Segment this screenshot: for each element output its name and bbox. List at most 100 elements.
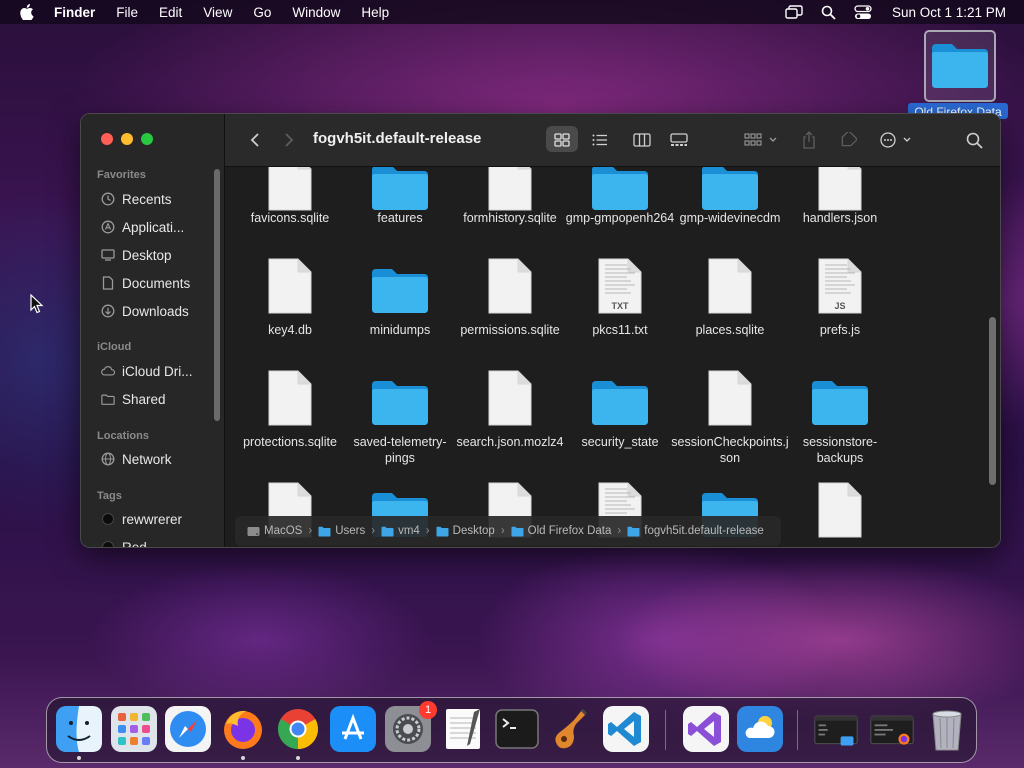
sidebar-item-label: Shared bbox=[122, 391, 166, 407]
sidebar-tag-rewwrerer[interactable]: rewwrerer bbox=[101, 508, 182, 530]
file-name-label: security_state bbox=[581, 435, 659, 449]
share-button[interactable] bbox=[799, 127, 819, 153]
path-segment[interactable]: MacOS bbox=[247, 525, 302, 537]
path-segment[interactable]: Users bbox=[318, 525, 365, 537]
close-button[interactable] bbox=[101, 133, 113, 145]
path-segment[interactable]: vm4 bbox=[381, 525, 420, 537]
file-name-label: permissions.sqlite bbox=[460, 323, 560, 337]
path-segment-label: Users bbox=[335, 525, 366, 537]
ellipsis-circle-icon bbox=[880, 132, 911, 148]
folder-item[interactable] bbox=[675, 167, 785, 537]
sidebar-item-applications[interactable]: Applicati... bbox=[101, 216, 184, 238]
minimize-button[interactable] bbox=[121, 133, 133, 145]
content-scrollbar[interactable] bbox=[989, 317, 996, 485]
file-item[interactable] bbox=[785, 167, 895, 538]
path-segment-label: MacOS bbox=[264, 525, 303, 537]
dock-system-settings-icon[interactable]: 1 bbox=[385, 701, 437, 752]
dock-firefox-icon[interactable] bbox=[220, 706, 266, 752]
sidebar-item-recents[interactable]: Recents bbox=[101, 188, 172, 210]
file-item[interactable] bbox=[565, 167, 675, 538]
file-name-label: protections.sqlite bbox=[243, 435, 337, 449]
dock-terminal-icon[interactable] bbox=[494, 706, 540, 752]
path-separator-icon: › bbox=[425, 525, 430, 537]
dock-firefox-window-icon[interactable] bbox=[869, 706, 915, 752]
path-separator-icon: › bbox=[617, 525, 622, 537]
menu-help[interactable]: Help bbox=[361, 5, 389, 20]
spotlight-search-icon[interactable] bbox=[821, 5, 836, 20]
dock-safari-icon[interactable] bbox=[165, 706, 211, 752]
sidebar-header-locations: Locations bbox=[97, 430, 149, 442]
file-name-label: saved-telemetry-pings bbox=[353, 435, 447, 465]
list-view-button[interactable] bbox=[590, 127, 610, 153]
menu-go[interactable]: Go bbox=[253, 5, 271, 20]
running-indicator bbox=[296, 756, 300, 760]
sidebar-item-desktop[interactable]: Desktop bbox=[101, 244, 172, 266]
file-name-label: sessionCheckpoints.json bbox=[671, 435, 789, 465]
desktop-icon bbox=[101, 248, 115, 262]
dock-textedit-icon[interactable] bbox=[440, 706, 486, 752]
column-view-button[interactable] bbox=[631, 127, 653, 153]
sidebar-tag-red[interactable]: Red bbox=[101, 536, 147, 547]
tag-icon bbox=[841, 132, 857, 147]
dock-google-chrome-icon[interactable] bbox=[275, 706, 321, 752]
sidebar-scrollbar[interactable] bbox=[214, 169, 220, 421]
notification-badge: 1 bbox=[419, 701, 437, 719]
dock-finder-window-icon[interactable] bbox=[813, 706, 859, 752]
dock-weather-icon[interactable] bbox=[737, 706, 783, 752]
document-icon bbox=[101, 276, 115, 290]
menu-edit[interactable]: Edit bbox=[159, 5, 182, 20]
document-icon bbox=[700, 367, 760, 427]
dock-visual-studio-code-icon[interactable] bbox=[603, 706, 649, 752]
sidebar-item-icloud-drive[interactable]: iCloud Dri... bbox=[101, 360, 193, 382]
dock-launchpad-icon[interactable] bbox=[111, 706, 157, 752]
folder-item[interactable] bbox=[345, 167, 455, 537]
icon-view-button[interactable] bbox=[552, 127, 572, 153]
path-segment[interactable]: fogvh5it.default-release bbox=[627, 525, 764, 537]
apple-menu-icon[interactable] bbox=[19, 4, 35, 20]
dock-visual-studio-icon[interactable] bbox=[683, 706, 729, 752]
sidebar-item-network[interactable]: Network bbox=[101, 448, 172, 470]
folder-icon bbox=[381, 526, 394, 537]
gallery-view-button[interactable] bbox=[668, 127, 690, 153]
menu-file[interactable]: File bbox=[116, 5, 138, 20]
dock-app-store-icon[interactable] bbox=[330, 706, 376, 752]
group-by-button[interactable] bbox=[741, 127, 781, 153]
document-icon bbox=[260, 367, 320, 427]
dock-trash-icon[interactable] bbox=[924, 706, 970, 752]
sidebar-item-label: Applicati... bbox=[122, 219, 185, 235]
tag-button[interactable] bbox=[837, 127, 859, 153]
search-button[interactable] bbox=[963, 127, 985, 153]
path-segment[interactable]: Old Firefox Data bbox=[511, 525, 611, 537]
running-indicator bbox=[241, 756, 245, 760]
sidebar-item-documents[interactable]: Documents bbox=[101, 272, 190, 294]
desktop-folder-old-firefox-data[interactable]: Old Firefox Data bbox=[908, 30, 1008, 119]
dock-garageband-icon[interactable] bbox=[548, 706, 594, 752]
document-icon bbox=[810, 479, 870, 539]
share-icon bbox=[803, 131, 815, 149]
dock-finder-icon[interactable] bbox=[56, 706, 102, 752]
menu-window[interactable]: Window bbox=[292, 5, 340, 20]
file-name-label: sessionstore-backups bbox=[802, 435, 878, 465]
control-center-icon[interactable] bbox=[854, 4, 872, 20]
menu-bar: Finder File Edit View Go Window Help Sun… bbox=[0, 0, 1024, 24]
file-name-label: minidumps bbox=[369, 323, 431, 337]
applications-icon bbox=[101, 220, 115, 234]
path-segment[interactable]: Desktop bbox=[436, 525, 495, 537]
mouse-pointer-icon bbox=[30, 293, 44, 319]
file-item[interactable] bbox=[235, 167, 345, 538]
menu-view[interactable]: View bbox=[203, 5, 232, 20]
menubar-clock[interactable]: Sun Oct 1 1:21 PM bbox=[892, 5, 1006, 20]
menu-app-finder[interactable]: Finder bbox=[54, 5, 95, 20]
back-button[interactable] bbox=[245, 127, 265, 153]
dock: 1 bbox=[46, 697, 977, 763]
sidebar-item-downloads[interactable]: Downloads bbox=[101, 300, 189, 322]
sidebar-item-shared[interactable]: Shared bbox=[101, 388, 166, 410]
screen-mirroring-icon[interactable] bbox=[785, 5, 803, 19]
dock-separator bbox=[797, 710, 798, 750]
file-item[interactable] bbox=[455, 167, 565, 538]
sidebar-item-label: Downloads bbox=[122, 303, 189, 319]
finder-window: Favorites Recents Applicati... Desktop D… bbox=[80, 113, 1001, 548]
forward-button[interactable] bbox=[279, 127, 299, 153]
more-actions-button[interactable] bbox=[879, 127, 915, 153]
zoom-button[interactable] bbox=[141, 133, 153, 145]
